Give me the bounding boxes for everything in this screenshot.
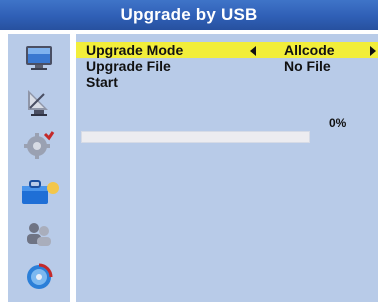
upgrade-screen: Upgrade by USB Upgrade Mode Allcode Upgr… [0, 0, 378, 302]
progress-bar [81, 131, 310, 143]
upgrade-settings-panel: Upgrade Mode Allcode Upgrade File No Fil… [76, 34, 378, 302]
page-title: Upgrade by USB [0, 0, 378, 30]
media-disc-icon[interactable] [8, 262, 70, 298]
tv-monitor-icon[interactable] [8, 44, 70, 80]
upgrade-file-row[interactable]: Upgrade File No File [76, 58, 378, 74]
gear-settings-icon[interactable] [8, 130, 70, 166]
sidebar [8, 34, 70, 302]
upgrade-mode-value: Allcode [284, 42, 335, 58]
users-icon[interactable] [8, 220, 70, 256]
right-arrow-icon[interactable] [370, 46, 376, 56]
upgrade-file-value: No File [284, 58, 331, 74]
toolbox-icon[interactable] [8, 176, 70, 212]
left-arrow-icon[interactable] [250, 46, 256, 56]
satellite-dish-icon[interactable] [8, 86, 70, 122]
upgrade-mode-label: Upgrade Mode [86, 42, 184, 58]
start-label: Start [86, 74, 118, 90]
upgrade-mode-row[interactable]: Upgrade Mode Allcode [76, 42, 378, 58]
progress-percent: 0% [329, 116, 347, 130]
upgrade-file-label: Upgrade File [86, 58, 171, 74]
start-row[interactable]: Start [76, 74, 378, 90]
